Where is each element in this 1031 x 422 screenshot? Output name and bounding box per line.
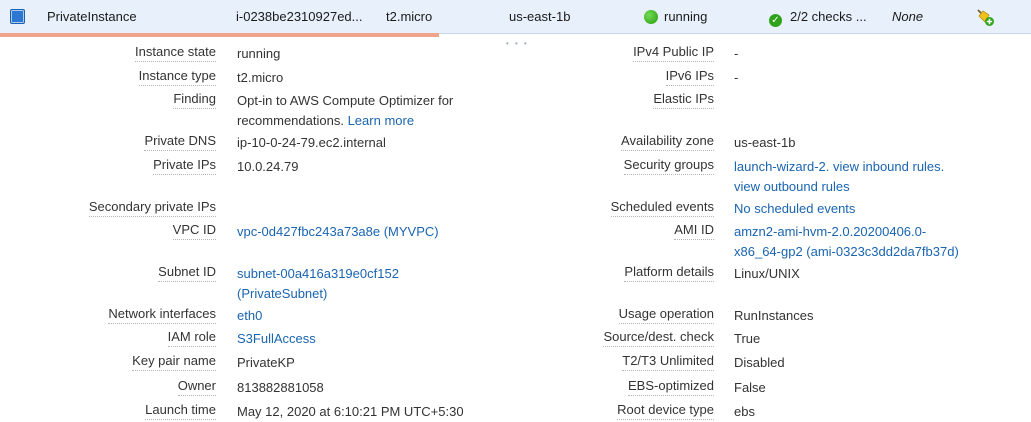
detail-label: T2/T3 Unlimited: [622, 353, 714, 371]
detail-value: -: [734, 46, 739, 61]
learn-more-link[interactable]: Learn more: [348, 113, 414, 128]
detail-value: ip-10-0-24-79.ec2.internal: [237, 135, 386, 150]
subnet-name-link[interactable]: (PrivateSubnet): [237, 284, 327, 304]
detail-value: PrivateKP: [237, 355, 295, 370]
detail-label: Private DNS: [144, 133, 216, 151]
detail-value: 10.0.24.79: [237, 159, 299, 174]
outbound-rules-link[interactable]: view outbound rules: [734, 177, 850, 197]
detail-label: AMI ID: [674, 222, 714, 240]
detail-value-line2: recommendations. Learn more: [237, 113, 415, 128]
alarm-status: None: [892, 9, 924, 24]
detail-label: Availability zone: [621, 133, 714, 151]
detail-label: Platform details: [624, 264, 714, 282]
detail-value: True: [734, 331, 761, 346]
detail-value: Opt-in to AWS Compute Optimizer for: [237, 93, 454, 108]
detail-value: False: [734, 380, 766, 395]
detail-value: Disabled: [734, 355, 785, 370]
instance-name: PrivateInstance: [47, 9, 137, 24]
detail-label: Subnet ID: [158, 264, 216, 282]
subnet-id-link[interactable]: subnet-00a416a319e0cf152: [237, 264, 399, 284]
detail-label: VPC ID: [172, 222, 216, 240]
status-checks: ✓ 2/2 checks ...: [769, 0, 884, 33]
detail-label: Scheduled events: [610, 199, 714, 217]
detail-label: Source/dest. check: [603, 329, 714, 347]
detail-label: Secondary private IPs: [88, 199, 216, 217]
vpc-id-link[interactable]: vpc-0d427fbc243a73a8e (MYVPC): [237, 222, 439, 242]
detail-label: IPv6 IPs: [665, 68, 714, 86]
detail-value: RunInstances: [734, 308, 814, 323]
detail-label: Owner: [177, 378, 216, 396]
detail-value: ebs: [734, 404, 755, 419]
instance-state-label: running: [664, 9, 708, 24]
detail-label: Finding: [173, 91, 216, 109]
instance-type: t2.micro: [386, 9, 433, 24]
row-checkbox[interactable]: [10, 9, 25, 24]
instance-state: running: [644, 0, 764, 33]
progress-bar: [0, 33, 439, 37]
detail-label: IAM role: [167, 329, 216, 347]
detail-label: Security groups: [623, 157, 714, 175]
detail-label: Instance type: [138, 68, 216, 86]
availability-zone: us-east-1b: [509, 9, 571, 24]
instance-id: i-0238be2310927ed...: [236, 9, 363, 24]
detail-value: t2.micro: [237, 70, 284, 85]
status-checks-label: 2/2 checks ...: [790, 9, 867, 24]
check-icon: ✓: [769, 14, 782, 27]
detail-value: us-east-1b: [734, 135, 796, 150]
network-interface-link[interactable]: eth0: [237, 306, 262, 326]
iam-role-link[interactable]: S3FullAccess: [237, 329, 316, 349]
panel-resize-handle[interactable]: • • •: [506, 40, 529, 48]
detail-label: Network interfaces: [108, 306, 216, 324]
running-status-icon: [644, 10, 658, 24]
detail-label: EBS-optimized: [628, 378, 714, 396]
ami-id-link-line2[interactable]: x86_64-gp2 (ami-0323c3dd2da7fb37d): [734, 242, 959, 262]
ami-id-link[interactable]: amzn2-ami-hvm-2.0.20200406.0-: [734, 222, 926, 242]
detail-label: Usage operation: [618, 306, 714, 324]
detail-label: Launch time: [145, 402, 216, 420]
detail-label: Root device type: [617, 402, 714, 420]
detail-label: Private IPs: [153, 157, 216, 175]
scheduled-events-link[interactable]: No scheduled events: [734, 199, 855, 219]
add-alarm-icon[interactable]: [975, 7, 995, 27]
detail-label: Elastic IPs: [653, 91, 714, 109]
detail-label: IPv4 Public IP: [633, 44, 714, 62]
detail-label: Instance state: [135, 44, 216, 62]
detail-value: -: [734, 70, 739, 85]
inbound-rules-link[interactable]: launch-wizard-2. view inbound rules.: [734, 157, 944, 177]
instance-row[interactable]: PrivateInstance i-0238be2310927ed... t2.…: [0, 0, 1031, 34]
detail-label: Key pair name: [132, 353, 216, 371]
detail-value: May 12, 2020 at 6:10:21 PM UTC+5:30: [237, 404, 464, 419]
detail-value: Linux/UNIX: [734, 266, 800, 281]
detail-value: running: [237, 46, 281, 61]
detail-value: 813882881058: [237, 380, 324, 395]
